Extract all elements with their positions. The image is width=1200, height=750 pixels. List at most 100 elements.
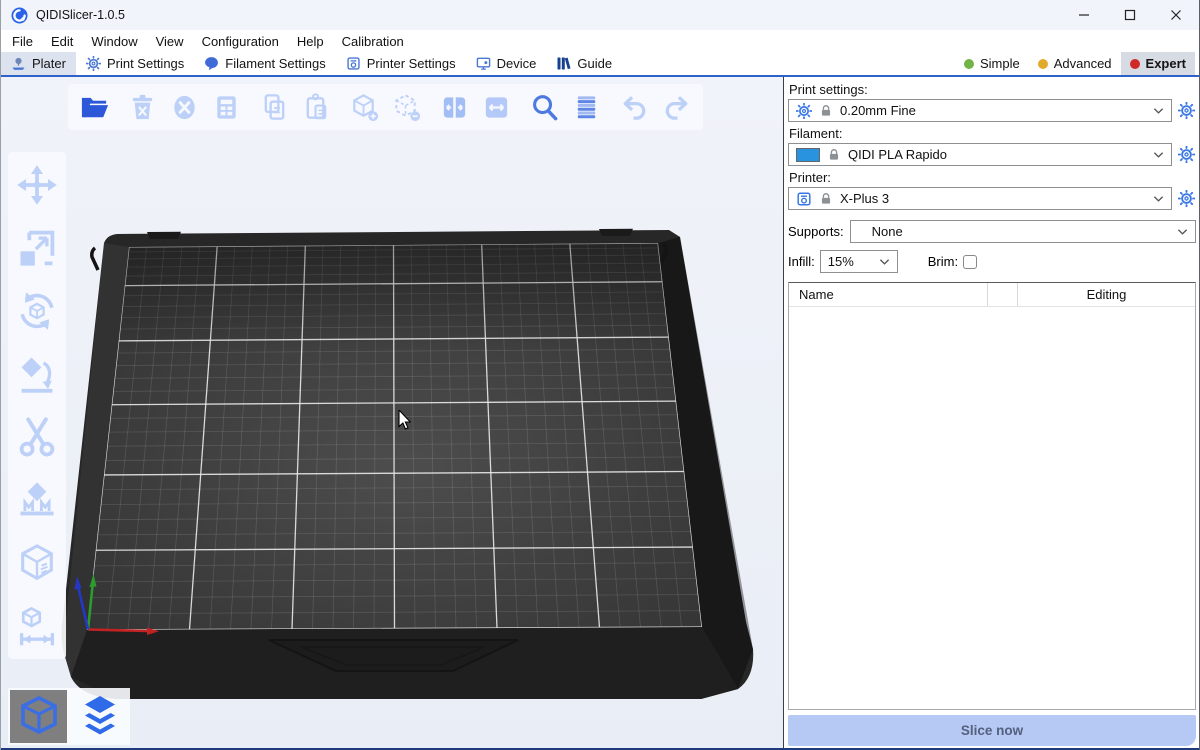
copy-icon [259, 92, 290, 123]
remove-instance-icon [391, 92, 422, 123]
filament-value: QIDI PLA Rapido [848, 147, 1146, 162]
menu-file[interactable]: File [3, 34, 42, 49]
rotate-button[interactable] [14, 288, 60, 334]
infill-value: 15% [828, 254, 872, 269]
place-on-face-button[interactable] [14, 351, 60, 397]
redo-icon [661, 92, 692, 123]
cut-button[interactable] [14, 414, 60, 460]
paste-button[interactable] [296, 87, 337, 128]
filament-icon [204, 56, 219, 71]
paste-icon [301, 92, 332, 123]
gear-icon [796, 103, 812, 119]
seam-painting-icon [15, 541, 59, 585]
redo-button[interactable] [656, 87, 697, 128]
supports-value: None [858, 224, 1170, 239]
printer-label: Printer: [789, 170, 1196, 185]
preview-view-button[interactable] [71, 690, 128, 743]
delete-all-button[interactable] [164, 87, 205, 128]
chevron-down-icon [1153, 151, 1164, 159]
menu-calibration[interactable]: Calibration [333, 34, 413, 49]
gear-icon [1178, 102, 1195, 119]
lock-icon [827, 148, 841, 162]
guide-icon [556, 56, 571, 71]
menu-window[interactable]: Window [82, 34, 146, 49]
delete-button[interactable] [122, 87, 163, 128]
printer-combo[interactable]: X-Plus 3 [788, 187, 1172, 210]
minimize-button[interactable] [1061, 0, 1107, 30]
3d-viewport[interactable] [1, 77, 783, 750]
brim-label: Brim: [928, 254, 958, 269]
print-settings-combo[interactable]: 0.20mm Fine [788, 99, 1172, 122]
add-instance-icon [349, 92, 380, 123]
paint-supports-button[interactable] [14, 477, 60, 523]
search-button[interactable] [524, 87, 565, 128]
supports-combo[interactable]: None [850, 220, 1196, 243]
filament-combo[interactable]: QIDI PLA Rapido [788, 143, 1172, 166]
scale-button[interactable] [14, 225, 60, 271]
app-window: QIDISlicer-1.0.5 File Edit Window View C… [0, 0, 1200, 750]
tab-print-settings[interactable]: Print Settings [76, 52, 194, 75]
split-to-parts-button[interactable] [476, 87, 517, 128]
filament-edit-button[interactable] [1176, 144, 1196, 166]
mode-switcher: Simple Advanced Expert [955, 52, 1199, 75]
tab-guide[interactable]: Guide [546, 52, 622, 75]
print-settings-edit-button[interactable] [1176, 100, 1196, 122]
object-list-body[interactable] [789, 307, 1195, 709]
filament-color-swatch [796, 148, 820, 162]
3d-editor-view-button[interactable] [10, 690, 67, 743]
3d-editor-view-icon [14, 694, 64, 740]
seam-painting-button[interactable] [14, 540, 60, 586]
tab-device[interactable]: Device [466, 52, 547, 75]
printer-icon [346, 56, 361, 71]
print-settings-label: Print settings: [789, 82, 1196, 97]
undo-button[interactable] [614, 87, 655, 128]
left-toolbar [8, 152, 66, 659]
copy-button[interactable] [254, 87, 295, 128]
lock-icon [819, 192, 833, 206]
menu-view[interactable]: View [147, 34, 193, 49]
mode-advanced[interactable]: Advanced [1029, 52, 1121, 75]
menu-help[interactable]: Help [288, 34, 333, 49]
rotate-icon [15, 289, 59, 333]
mode-simple[interactable]: Simple [955, 52, 1029, 75]
tab-printer-settings[interactable]: Printer Settings [336, 52, 466, 75]
plater-icon [11, 56, 26, 71]
delete-icon [127, 92, 158, 123]
move-button[interactable] [14, 162, 60, 208]
remove-instance-button[interactable] [386, 87, 427, 128]
tab-filament-settings[interactable]: Filament Settings [194, 52, 335, 75]
open-button[interactable] [74, 87, 115, 128]
filament-label: Filament: [789, 126, 1196, 141]
menu-configuration[interactable]: Configuration [193, 34, 288, 49]
scale-icon [15, 226, 59, 270]
variable-layer-height-icon [571, 92, 602, 123]
column-extruder [987, 283, 1017, 306]
maximize-button[interactable] [1107, 0, 1153, 30]
mode-expert[interactable]: Expert [1121, 52, 1195, 75]
arrange-button[interactable] [206, 87, 247, 128]
menu-edit[interactable]: Edit [42, 34, 82, 49]
chevron-down-icon [1153, 195, 1164, 203]
split-to-objects-button[interactable] [434, 87, 475, 128]
device-icon [476, 56, 491, 71]
printer-edit-button[interactable] [1176, 188, 1196, 210]
add-instance-button[interactable] [344, 87, 385, 128]
column-editing: Editing [1017, 283, 1195, 306]
variable-layer-height-button[interactable] [566, 87, 607, 128]
slice-now-button[interactable]: Slice now [788, 715, 1196, 746]
simple-dot-icon [964, 59, 974, 69]
close-button[interactable] [1153, 0, 1199, 30]
search-icon [529, 92, 560, 123]
preview-view-icon [75, 694, 125, 740]
measure-button[interactable] [14, 603, 60, 649]
object-list-header: Name Editing [789, 283, 1195, 307]
tab-plater[interactable]: Plater [1, 52, 76, 75]
brim-checkbox[interactable] [963, 255, 977, 269]
lock-icon [819, 104, 833, 118]
mouse-cursor [398, 410, 411, 430]
printer-value: X-Plus 3 [840, 191, 1146, 206]
object-list: Name Editing [788, 282, 1196, 710]
infill-combo[interactable]: 15% [820, 250, 898, 273]
settings-sidebar: Print settings: 0.20mm Fine Filament: QI… [783, 77, 1199, 750]
title-bar: QIDISlicer-1.0.5 [1, 0, 1199, 30]
